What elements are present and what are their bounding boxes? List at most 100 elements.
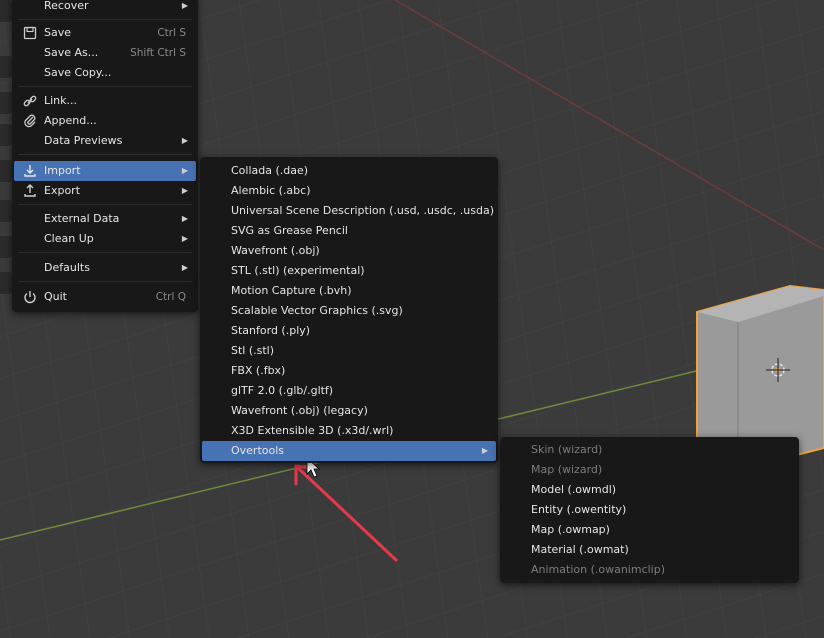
overtools-menu-item: Animation (.owanimclip) [502,560,797,580]
import-menu-item[interactable]: glTF 2.0 (.glb/.gltf) [202,381,496,401]
toolbar-button[interactable] [0,92,12,114]
menu-item-label: Model (.owmdl) [531,483,617,496]
menu-item-label: FBX (.fbx) [231,364,286,377]
menu-item-label: Export [44,184,81,197]
chevron-right-icon: ▶ [181,186,188,195]
separator [18,154,192,155]
menu-item-append[interactable]: Append... [14,111,196,131]
import-menu-item[interactable]: Stanford (.ply) [202,321,496,341]
menu-item-label: SVG as Grease Pencil [231,224,348,237]
toolbar-button[interactable] [0,272,12,294]
menu-item-save[interactable]: Save Ctrl S [14,23,196,43]
menu-item-label: Skin (wizard) [531,443,603,456]
menu-item-label: Save As... [44,46,99,59]
menu-item-label: STL (.stl) (experimental) [231,264,365,277]
import-submenu: Collada (.dae) Alembic (.abc) Universal Sc… [200,157,498,463]
menu-item-export[interactable]: Export ▶ [14,181,196,201]
menu-item-label: Save [44,26,72,39]
menu-item-label: Recover [44,0,89,12]
import-menu-item[interactable]: STL (.stl) (experimental) [202,261,496,281]
menu-item-label: Save Copy... [44,66,112,79]
menu-item-label: Append... [44,114,97,127]
separator [18,252,192,253]
menu-item-label: Alembic (.abc) [231,184,311,197]
import-menu-item[interactable]: X3D Extensible 3D (.x3d/.wrl) [202,421,496,441]
menu-item-label: glTF 2.0 (.glb/.gltf) [231,384,334,397]
menu-item-save-as[interactable]: Save As... Shift Ctrl S [14,43,196,63]
chevron-right-icon: ▶ [181,136,188,145]
shortcut-label: Ctrl S [157,27,186,39]
import-menu-item[interactable]: Overtools ▶ [202,441,496,461]
chevron-right-icon: ▶ [181,1,188,10]
menu-item-label: Stl (.stl) [231,344,275,357]
separator [18,281,192,282]
import-menu-item[interactable]: Wavefront (.obj) (legacy) [202,401,496,421]
toolbar-button[interactable] [0,56,12,78]
menu-item-data-previews[interactable]: Data Previews ▶ [14,131,196,151]
menu-item-defaults[interactable]: Defaults ▶ [14,258,196,278]
save-icon-shape [22,25,38,41]
chevron-right-icon: ▶ [181,234,188,243]
separator [18,204,192,205]
toolbar-button[interactable] [0,200,12,222]
menu-item-import[interactable]: Import ▶ [14,161,196,181]
chevron-right-icon: ▶ [181,166,188,175]
separator [18,19,192,20]
import-menu-item[interactable]: Universal Scene Description (.usd, .usdc… [202,201,496,221]
import-menu-item[interactable]: Stl (.stl) [202,341,496,361]
menu-item-label: Defaults [44,261,90,274]
import-menu-item[interactable]: Alembic (.abc) [202,181,496,201]
menu-item-label: Map (wizard) [531,463,603,476]
overtools-menu-item[interactable]: Entity (.owentity) [502,500,797,520]
shortcut-label: Ctrl Q [155,291,186,303]
shortcut-label: Shift Ctrl S [130,47,186,59]
menu-item-label: Stanford (.ply) [231,324,311,337]
file-menu: Recover ▶ Save Ctrl S Save As... Shift C… [12,0,198,312]
menu-item-label: Wavefront (.obj) [231,244,320,257]
chevron-right-icon: ▶ [181,263,188,272]
chevron-right-icon: ▶ [481,446,488,455]
import-menu-item[interactable]: Collada (.dae) [202,161,496,181]
import-menu-item[interactable]: FBX (.fbx) [202,361,496,381]
menu-item-label: Wavefront (.obj) (legacy) [231,404,368,417]
import-menu-item[interactable]: Motion Capture (.bvh) [202,281,496,301]
menu-item-label: Clean Up [44,232,94,245]
toolbar-button[interactable] [0,160,12,182]
menu-item-label: Import [44,164,81,177]
chevron-right-icon: ▶ [181,214,188,223]
import-menu-item[interactable]: Wavefront (.obj) [202,241,496,261]
menu-item-label: External Data [44,212,120,225]
menu-item-label: Universal Scene Description (.usd, .usdc… [231,204,494,217]
menu-item-external-data[interactable]: External Data ▶ [14,209,196,229]
separator [18,86,192,87]
overtools-menu-item: Map (wizard) [502,460,797,480]
overtools-menu-item[interactable]: Map (.owmap) [502,520,797,540]
menu-item-label: Material (.owmat) [531,543,629,556]
menu-item-label: Entity (.owentity) [531,503,627,516]
menu-item-clean-up[interactable]: Clean Up ▶ [14,229,196,249]
menu-item-label: Overtools [231,444,285,457]
menu-item-save-copy[interactable]: Save Copy... [14,63,196,83]
link-icon [22,93,38,109]
menu-item-recover[interactable]: Recover ▶ [14,0,196,16]
toolbar-button[interactable] [0,124,12,146]
import-menu-item[interactable]: Scalable Vector Graphics (.svg) [202,301,496,321]
left-toolbar [0,0,12,320]
import-icon [22,163,38,179]
menu-item-label: X3D Extensible 3D (.x3d/.wrl) [231,424,394,437]
menu-item-link[interactable]: Link... [14,91,196,111]
menu-item-label: Scalable Vector Graphics (.svg) [231,304,403,317]
overtools-menu-item: Skin (wizard) [502,440,797,460]
toolbar-button[interactable] [0,0,12,22]
toolbar-button[interactable] [0,236,12,258]
paperclip-icon [22,113,38,129]
overtools-submenu: Skin (wizard) Map (wizard) Model (.owmdl) E… [500,437,799,583]
menu-item-label: Map (.owmap) [531,523,610,536]
menu-item-label: Collada (.dae) [231,164,309,177]
menu-item-quit[interactable]: Quit Ctrl Q [14,287,196,307]
menu-item-label: Quit [44,290,67,303]
menu-item-label: Animation (.owanimclip) [531,563,666,576]
overtools-menu-item[interactable]: Material (.owmat) [502,540,797,560]
overtools-menu-item[interactable]: Model (.owmdl) [502,480,797,500]
import-menu-item[interactable]: SVG as Grease Pencil [202,221,496,241]
